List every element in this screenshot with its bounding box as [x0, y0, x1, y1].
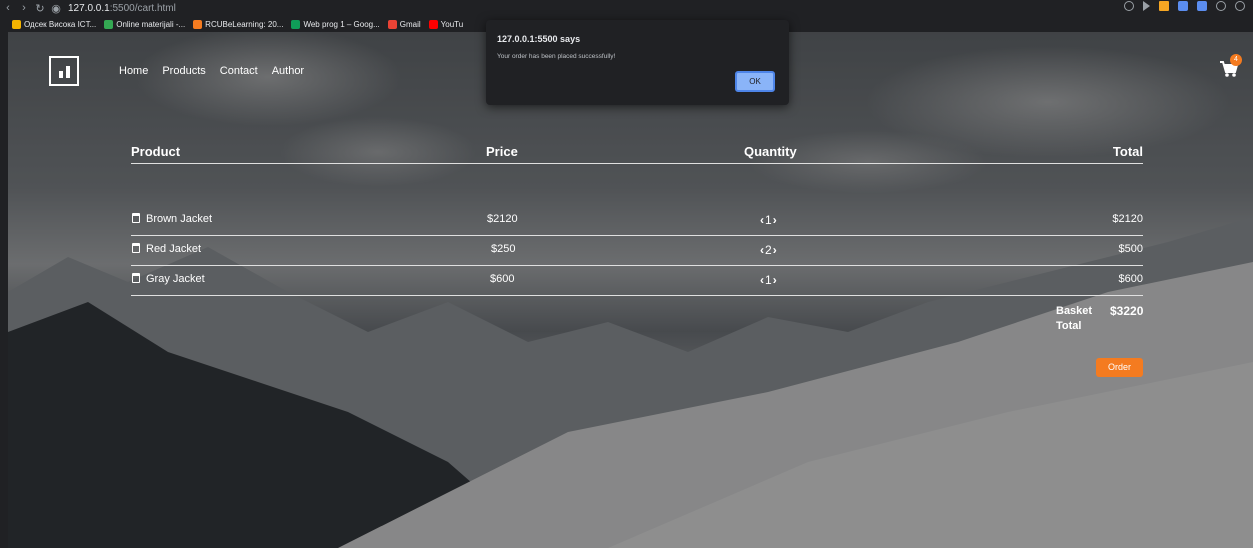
quantity-stepper: ‹1› [759, 213, 778, 227]
header-total: Total [1112, 144, 1143, 159]
product-name: Red Jacket [146, 243, 202, 255]
browser-toolbar: ‹ › ↻ ◉ 127.0.0.1:5500/cart.html [0, 0, 1253, 16]
site-logo[interactable] [49, 56, 79, 86]
header-quantity: Quantity [744, 144, 797, 159]
bookmark-favicon-icon [291, 19, 301, 29]
bookmark-item[interactable]: Online materijali -... [104, 19, 185, 29]
product-price: $600 [490, 273, 515, 285]
youtube-icon [428, 19, 438, 29]
row-total: $600 [1118, 273, 1143, 285]
site-info-icon[interactable]: ◉ [48, 2, 64, 15]
table-header: Product Price Quantity Total [131, 142, 1143, 164]
basket-total-label: Basket Total [1056, 305, 1093, 332]
cart-page: Home Products Contact Author 4 Product P… [8, 32, 1253, 548]
order-button[interactable]: Order [1096, 358, 1143, 377]
address-bar[interactable]: 127.0.0.1:5500/cart.html [68, 3, 176, 14]
row-total: $2120 [1112, 213, 1143, 225]
row-total: $500 [1118, 243, 1143, 255]
decrease-quantity-icon[interactable]: ‹ [760, 213, 764, 227]
cast-icon[interactable] [1143, 1, 1150, 11]
nav-home[interactable]: Home [119, 65, 148, 77]
table-row: Gray Jacket $600 ‹1› $600 [131, 266, 1143, 296]
url-path: :5500/cart.html [109, 2, 176, 14]
product-price: $250 [491, 243, 516, 255]
rss-icon[interactable] [1159, 1, 1169, 11]
extension-icon[interactable] [1197, 1, 1207, 11]
bookmark-item[interactable]: Gmail [387, 19, 421, 29]
nav-contact[interactable]: Contact [220, 65, 258, 77]
bookmark-favicon-icon [193, 19, 203, 29]
trash-icon[interactable] [132, 213, 140, 223]
alert-dialog: 127.0.0.1:5500 says Your order has been … [486, 20, 789, 105]
header-product: Product [131, 144, 181, 159]
nav-author[interactable]: Author [272, 65, 304, 77]
quantity-value: 1 [765, 273, 772, 287]
back-icon[interactable]: ‹ [0, 2, 16, 14]
table-row: Brown Jacket $2120 ‹1› $2120 [131, 206, 1143, 236]
decrease-quantity-icon[interactable]: ‹ [760, 243, 764, 257]
decrease-quantity-icon[interactable]: ‹ [760, 273, 764, 287]
basket-total-value: $3220 [1110, 304, 1144, 318]
quantity-value: 2 [765, 243, 772, 257]
product-name: Brown Jacket [146, 213, 213, 225]
puzzle-icon[interactable] [1216, 1, 1226, 11]
nav-products[interactable]: Products [162, 65, 205, 77]
trash-icon[interactable] [132, 273, 140, 283]
extension-icons [1124, 1, 1245, 11]
bookmark-item[interactable]: Одсек Висока ICT... [12, 19, 96, 29]
dialog-title: 127.0.0.1:5500 says [497, 34, 581, 44]
extension-icon[interactable] [1124, 1, 1134, 11]
increase-quantity-icon[interactable]: › [773, 213, 777, 227]
quantity-value: 1 [765, 213, 772, 227]
increase-quantity-icon[interactable]: › [773, 243, 777, 257]
product-price: $2120 [487, 213, 518, 225]
download-icon[interactable] [1235, 1, 1245, 11]
bookmark-favicon-icon [12, 19, 21, 29]
cart-count-badge: 4 [1230, 54, 1242, 66]
cart-table: Product Price Quantity Total Brown Jacke… [131, 142, 1143, 377]
logo-bar [58, 71, 63, 78]
main-nav: Home Products Contact Author [119, 65, 304, 77]
trash-icon[interactable] [132, 243, 140, 253]
dialog-ok-button[interactable]: OK [735, 71, 775, 92]
quantity-stepper: ‹2› [759, 243, 778, 257]
product-name: Gray Jacket [146, 273, 205, 285]
table-row: Red Jacket $250 ‹2› $500 [131, 236, 1143, 266]
increase-quantity-icon[interactable]: › [773, 273, 777, 287]
header-price: Price [486, 144, 518, 159]
url-host: 127.0.0.1 [68, 2, 110, 14]
bookmark-item[interactable]: YouTu [428, 19, 463, 29]
bookmark-favicon-icon [104, 19, 114, 29]
reload-icon[interactable]: ↻ [32, 2, 48, 15]
quantity-stepper: ‹1› [759, 273, 778, 287]
forward-icon[interactable]: › [16, 2, 32, 14]
logo-bar [65, 66, 70, 78]
extension-icon[interactable] [1178, 1, 1188, 11]
gmail-icon [387, 19, 397, 29]
dialog-message: Your order has been placed successfully! [497, 53, 616, 60]
bookmark-item[interactable]: RCUBeLearning: 20... [193, 19, 283, 29]
bookmark-item[interactable]: Web prog 1 – Goog... [291, 19, 380, 29]
